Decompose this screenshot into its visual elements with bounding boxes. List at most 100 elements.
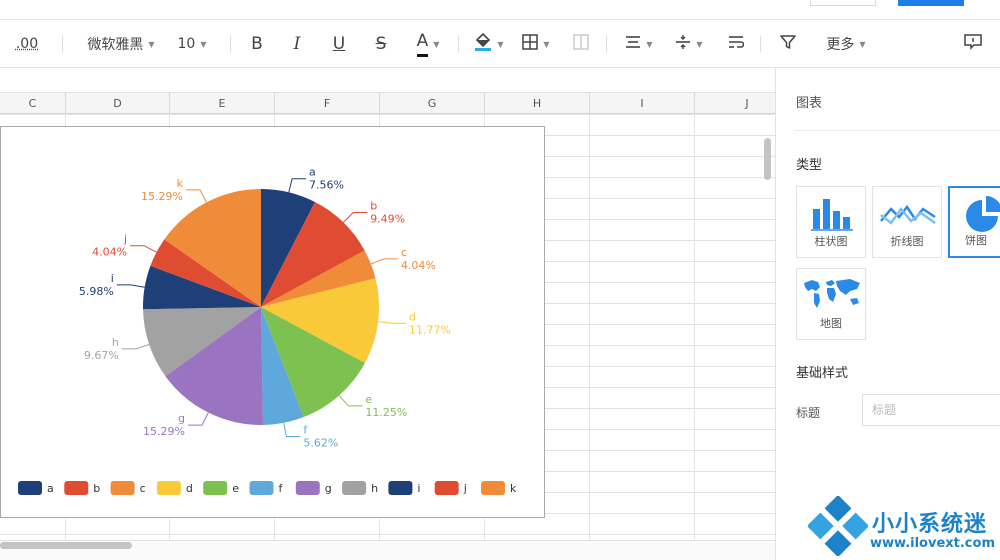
chart-type-pie[interactable]: 饼图 (948, 186, 1000, 258)
pie-leader-line-e (338, 395, 363, 407)
more-button[interactable]: 更多 ▼ (818, 20, 874, 68)
pie-chart-svg: a7.56%b9.49%c4.04%d11.77%e11.25%f5.62%g1… (18, 166, 517, 495)
legend-label-k[interactable]: k (510, 482, 517, 495)
underline-button[interactable]: U (326, 20, 352, 68)
legend-label-a[interactable]: a (47, 482, 54, 495)
pie-label-value-d: 11.77% (409, 323, 451, 336)
legend-label-f[interactable]: f (279, 482, 284, 495)
column-header-c[interactable]: C (0, 93, 66, 115)
legend-label-j[interactable]: j (463, 482, 467, 495)
legend-swatch-d[interactable] (156, 481, 181, 495)
pie-label-value-h: 9.67% (84, 349, 119, 362)
legend-swatch-c[interactable] (110, 481, 135, 495)
chart-type-line[interactable]: 折线图 (872, 186, 942, 258)
pie-label-name-h: h (112, 336, 119, 349)
legend-label-c[interactable]: c (140, 482, 146, 495)
legend-swatch-g[interactable] (295, 481, 320, 495)
legend-swatch-k[interactable] (481, 481, 505, 495)
legend-swatch-f[interactable] (249, 481, 274, 495)
align-center-icon (625, 35, 641, 53)
italic-button[interactable]: I (284, 20, 310, 68)
pie-leader-line-j (130, 245, 157, 253)
top-primary-button[interactable] (898, 0, 964, 6)
pie-leader-line-k (186, 189, 207, 203)
pie-leader-line-h (121, 344, 150, 350)
chart-type-line-label: 折线图 (890, 235, 924, 248)
wrap-text-icon (728, 35, 745, 53)
watermark-text: 小小系统迷 (872, 512, 988, 537)
pie-label-value-g: 15.29% (143, 425, 185, 438)
comment-button[interactable] (958, 20, 988, 68)
wrap-text-button[interactable] (722, 20, 750, 68)
chart-type-bar-label: 柱状图 (814, 235, 848, 248)
pie-label-name-e: e (365, 393, 372, 406)
legend-swatch-h[interactable] (342, 481, 367, 495)
pie-label-value-i: 5.98% (79, 285, 114, 298)
chart-title-input[interactable]: 标题 (862, 394, 1000, 426)
pie-chart[interactable]: a 7.56% b 9.49% c 4.04% d 11.77% e 11.25% f 5.62% g 1… (0, 126, 545, 518)
chart-type-bar[interactable]: 柱状图 (796, 186, 866, 258)
pie-label-value-e: 11.25% (365, 406, 407, 419)
watermark-logo-icon (808, 496, 868, 556)
legend-label-e[interactable]: e (232, 482, 239, 495)
border-grid-icon (522, 34, 539, 54)
top-dropdown[interactable] (810, 0, 876, 6)
column-header-row: C D E F G H I J (0, 92, 775, 115)
horizontal-align-button[interactable]: ▼ (620, 20, 658, 68)
horizontal-scrollbar[interactable] (0, 542, 132, 549)
legend-label-b[interactable]: b (93, 482, 100, 495)
column-header-g[interactable]: G (380, 93, 485, 115)
border-button[interactable]: ▼ (518, 20, 554, 68)
column-header-d[interactable]: D (66, 93, 170, 115)
watermark-url: www.ilovext.com (870, 536, 995, 551)
vertical-scrollbar[interactable] (764, 138, 771, 180)
legend-swatch-b[interactable] (64, 481, 89, 495)
pie-label-name-f: f (303, 424, 308, 437)
pie-label-name-d: d (409, 310, 416, 323)
column-header-e[interactable]: E (170, 93, 275, 115)
font-color-button[interactable]: A ▼ (408, 20, 448, 68)
pie-label-name-j: j (123, 233, 127, 246)
pie-label-value-j: 4.04% (92, 246, 127, 259)
pie-leader-line-a (288, 178, 307, 193)
chart-type-map[interactable]: 地图 (796, 268, 866, 340)
column-header-i[interactable]: I (590, 93, 695, 115)
vertical-align-button[interactable]: ▼ (670, 20, 708, 68)
pie-leader-line-i (116, 284, 145, 288)
legend-label-d[interactable]: d (186, 482, 193, 495)
style-section-label: 基础样式 (796, 366, 849, 381)
pie-label-value-f: 5.62% (303, 437, 338, 450)
vertical-align-icon (675, 34, 691, 54)
strikethrough-button[interactable]: S (368, 20, 394, 68)
column-header-h[interactable]: H (485, 93, 590, 115)
column-header-j[interactable]: J (695, 93, 775, 115)
legend-swatch-j[interactable] (434, 481, 459, 495)
pie-leader-line-g (188, 412, 209, 426)
merge-cells-button[interactable] (568, 20, 594, 68)
font-size-select[interactable]: 10 ▼ (172, 20, 212, 68)
fill-color-button[interactable]: ▼ (470, 20, 508, 68)
pie-label-value-b: 9.49% (370, 213, 405, 226)
toolbar: .00 微软雅黑 ▼ 10 ▼ B I U S A ▼ ▼ ▼ ▼ ▼ 更多 ▼ (0, 20, 1000, 68)
title-field-label: 标题 (796, 406, 821, 420)
legend-swatch-e[interactable] (203, 481, 228, 495)
legend-label-i[interactable]: i (417, 482, 420, 495)
filter-icon (780, 34, 796, 54)
decimal-button[interactable]: .00 (10, 20, 44, 68)
pie-label-name-a: a (309, 166, 316, 179)
legend-swatch-i[interactable] (388, 481, 413, 495)
pie-label-name-k: k (177, 177, 184, 190)
pie-label-value-k: 15.29% (141, 190, 183, 203)
legend-label-h[interactable]: h (371, 482, 378, 495)
legend-swatch-a[interactable] (18, 481, 42, 495)
type-section-label: 类型 (796, 158, 823, 173)
panel-title: 图表 (796, 96, 823, 111)
merge-cells-icon (573, 34, 589, 54)
pie-label-name-i: i (111, 272, 114, 285)
pie-label-value-a: 7.56% (309, 179, 344, 192)
column-header-f[interactable]: F (275, 93, 380, 115)
bold-button[interactable]: B (244, 20, 270, 68)
legend-label-g[interactable]: g (325, 482, 332, 495)
filter-button[interactable] (774, 20, 802, 68)
font-family-select[interactable]: 微软雅黑 ▼ (80, 20, 162, 68)
